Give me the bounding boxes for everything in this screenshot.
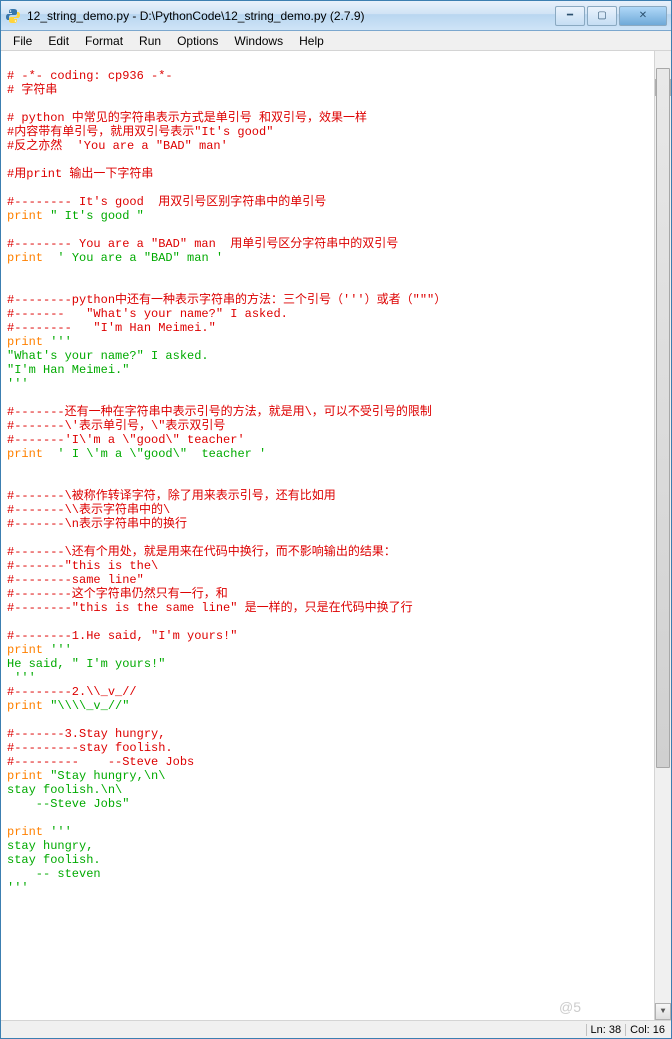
code-string: stay foolish.\n\ — [7, 783, 122, 797]
code-string: ''' — [43, 643, 72, 657]
code-line: #-------\'表示单引号，\"表示双引号 — [7, 419, 225, 433]
code-line: #反之亦然 'You are a "BAD" man' — [7, 139, 228, 153]
code-string: -- steven — [7, 867, 101, 881]
code-string: " It's good " — [43, 209, 144, 223]
window-title: 12_string_demo.py - D:\PythonCode\12_str… — [27, 9, 553, 23]
code-line: #---------stay foolish. — [7, 741, 173, 755]
code-string: ''' — [7, 671, 36, 685]
code-line: #-------"this is the\ — [7, 559, 158, 573]
minimize-button[interactable]: ━ — [555, 6, 585, 26]
menu-file[interactable]: File — [5, 32, 40, 50]
code-line: #-------\还有个用处，就是用来在代码中换行，而不影响输出的结果： — [7, 545, 396, 559]
code-keyword: print — [7, 825, 43, 839]
menu-windows[interactable]: Windows — [226, 32, 291, 50]
code-keyword: print — [7, 699, 43, 713]
code-line: #--------python中还有一种表示字符串的方法：三个引号（'''）或者… — [7, 293, 446, 307]
code-string: ''' — [7, 377, 29, 391]
code-keyword: print — [7, 251, 43, 265]
code-line: #-------\被称作转译字符，除了用来表示引号，还有比如用 — [7, 489, 336, 503]
code-line: #------- "What's your name?" I asked. — [7, 307, 288, 321]
titlebar[interactable]: 12_string_demo.py - D:\PythonCode\12_str… — [1, 1, 671, 31]
menu-run[interactable]: Run — [131, 32, 169, 50]
status-column: Col: 16 — [625, 1024, 669, 1036]
code-editor[interactable]: # -*- coding: cp936 -*- # 字符串 # python 中… — [1, 51, 671, 1020]
menubar: File Edit Format Run Options Windows Hel… — [1, 31, 671, 51]
code-string: "Stay hungry,\n\ — [43, 769, 165, 783]
code-line: #-------- You are a "BAD" man 用单引号区分字符串中… — [7, 237, 398, 251]
code-keyword: print — [7, 209, 43, 223]
watermark: @5 — [559, 1000, 581, 1014]
code-line: #--------2.\\_v_// — [7, 685, 137, 699]
code-line: #-------\n表示字符串中的换行 — [7, 517, 187, 531]
code-string: ''' — [7, 881, 29, 895]
code-line: #--------"this is the same line" 是一样的，只是… — [7, 601, 413, 615]
code-string: "\\\\_v_//" — [43, 699, 129, 713]
code-line: #--------1.He said, "I'm yours!" — [7, 629, 237, 643]
code-string: stay foolish. — [7, 853, 101, 867]
menu-format[interactable]: Format — [77, 32, 131, 50]
maximize-button[interactable]: ▢ — [587, 6, 617, 26]
code-string: "I'm Han Meimei." — [7, 363, 129, 377]
code-keyword: print — [7, 643, 43, 657]
python-idle-icon — [5, 8, 21, 24]
statusbar: Ln: 38 Col: 16 — [1, 1020, 671, 1038]
code-keyword: print — [7, 769, 43, 783]
code-keyword: print — [7, 447, 43, 461]
menu-edit[interactable]: Edit — [40, 32, 77, 50]
code-string: ' I \'m a \"good\" teacher ' — [43, 447, 266, 461]
code-line: # -*- coding: cp936 -*- — [7, 69, 173, 83]
menu-help[interactable]: Help — [291, 32, 332, 50]
code-string: ''' — [43, 825, 72, 839]
scroll-thumb[interactable] — [656, 68, 670, 768]
code-line: #-------3.Stay hungry, — [7, 727, 165, 741]
code-line: #内容带有单引号，就用双引号表示"It's good" — [7, 125, 273, 139]
vertical-scrollbar[interactable]: ▲ ▼ — [654, 51, 671, 1020]
code-line: #用print 输出一下字符串 — [7, 167, 153, 181]
code-string: "What's your name?" I asked. — [7, 349, 209, 363]
code-line: #--------这个字符串仍然只有一行，和 — [7, 587, 228, 601]
close-button[interactable]: ✕ — [619, 6, 667, 26]
code-line: #-------- It's good 用双引号区别字符串中的单引号 — [7, 195, 326, 209]
code-line: # 字符串 — [7, 83, 57, 97]
code-string: stay hungry, — [7, 839, 93, 853]
code-string: --Steve Jobs" — [7, 797, 129, 811]
code-line: #-------还有一种在字符串中表示引号的方法，就是用\，可以不受引号的限制 — [7, 405, 432, 419]
code-string: He said, " I'm yours!" — [7, 657, 165, 671]
code-string: ' You are a "BAD" man ' — [43, 251, 223, 265]
status-line: Ln: 38 — [586, 1024, 626, 1036]
code-line: #--------- --Steve Jobs — [7, 755, 194, 769]
code-string: ''' — [43, 335, 72, 349]
code-line: #-------\\表示字符串中的\ — [7, 503, 170, 517]
code-line: #-------- "I'm Han Meimei." — [7, 321, 216, 335]
scroll-down-icon[interactable]: ▼ — [655, 1003, 671, 1020]
menu-options[interactable]: Options — [169, 32, 226, 50]
window-controls: ━ ▢ ✕ — [553, 6, 667, 26]
code-line: #-------'I\'m a \"good\" teacher' — [7, 433, 245, 447]
code-line: #--------same line" — [7, 573, 144, 587]
code-keyword: print — [7, 335, 43, 349]
code-line: # python 中常见的字符串表示方式是单引号 和双引号，效果一样 — [7, 111, 367, 125]
